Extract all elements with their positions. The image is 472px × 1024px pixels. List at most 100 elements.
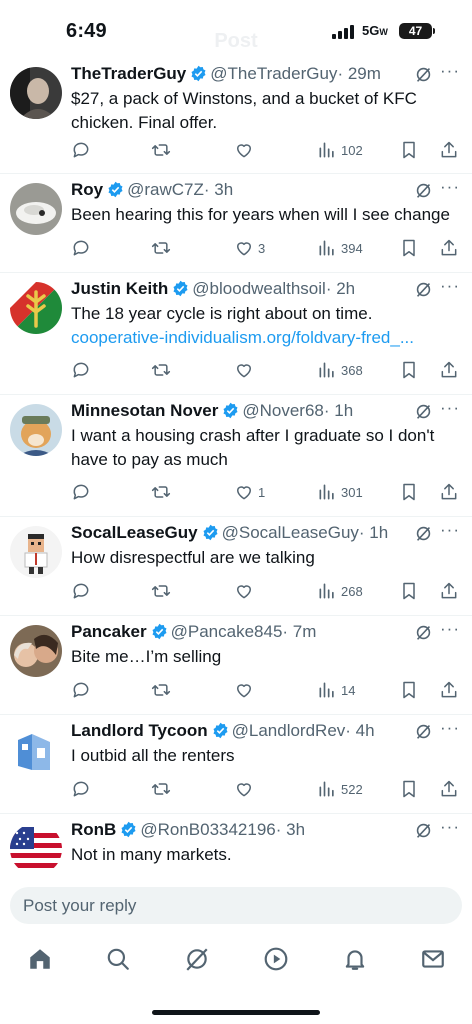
views-button[interactable]: 368 bbox=[317, 360, 363, 380]
author-handle[interactable]: @Nover68 bbox=[242, 401, 324, 420]
author-name[interactable]: Minnesotan Nover bbox=[71, 401, 218, 420]
reply-post[interactable]: Minnesotan Nover @Nover68· 1h ··· I want … bbox=[0, 395, 472, 517]
bookmark-button[interactable] bbox=[399, 238, 419, 258]
bookmark-button[interactable] bbox=[399, 482, 419, 502]
views-button[interactable]: 301 bbox=[317, 482, 363, 502]
reply-input[interactable]: Post your reply bbox=[10, 887, 462, 924]
author-handle[interactable]: @Pancake845 bbox=[171, 622, 283, 641]
share-button[interactable] bbox=[439, 482, 459, 502]
grok-icon[interactable] bbox=[415, 723, 432, 740]
tab-video[interactable] bbox=[263, 946, 289, 972]
bookmark-button[interactable] bbox=[399, 680, 419, 700]
author-name[interactable]: Pancaker bbox=[71, 622, 147, 641]
grok-icon[interactable] bbox=[415, 525, 432, 542]
bookmark-button[interactable] bbox=[399, 140, 419, 160]
more-options-icon[interactable]: ··· bbox=[440, 520, 460, 540]
repost-button[interactable] bbox=[151, 238, 175, 258]
author-name[interactable]: Roy bbox=[71, 180, 103, 199]
avatar[interactable] bbox=[10, 183, 62, 235]
reply-button[interactable] bbox=[71, 238, 95, 258]
author-handle[interactable]: @TheTraderGuy bbox=[210, 64, 337, 83]
bookmark-button[interactable] bbox=[399, 581, 419, 601]
author-name[interactable]: RonB bbox=[71, 820, 116, 839]
tab-grok[interactable] bbox=[184, 946, 210, 972]
author-handle[interactable]: @LandlordRev bbox=[232, 721, 346, 740]
views-button[interactable]: 102 bbox=[317, 140, 363, 160]
author-name[interactable]: TheTraderGuy bbox=[71, 64, 186, 83]
repost-button[interactable] bbox=[151, 680, 175, 700]
grok-icon[interactable] bbox=[415, 403, 432, 420]
reply-button[interactable] bbox=[71, 482, 95, 502]
tab-home[interactable] bbox=[27, 946, 53, 972]
views-button[interactable]: 394 bbox=[317, 238, 363, 258]
more-options-icon[interactable]: ··· bbox=[440, 619, 460, 639]
repost-button[interactable] bbox=[151, 360, 175, 380]
reply-button[interactable] bbox=[71, 581, 95, 601]
author-handle[interactable]: @rawC7Z bbox=[127, 180, 204, 199]
reply-post[interactable]: TheTraderGuy @TheTraderGuy· 29m ··· $27, … bbox=[0, 58, 472, 174]
like-button[interactable]: 1 bbox=[234, 482, 265, 502]
bookmark-button[interactable] bbox=[399, 779, 419, 799]
share-button[interactable] bbox=[439, 581, 459, 601]
repost-button[interactable] bbox=[151, 581, 175, 601]
share-button[interactable] bbox=[439, 360, 459, 380]
more-options-icon[interactable]: ··· bbox=[440, 817, 460, 837]
reply-button[interactable] bbox=[71, 779, 95, 799]
avatar[interactable] bbox=[10, 67, 62, 119]
like-button[interactable] bbox=[234, 680, 258, 700]
repost-button[interactable] bbox=[151, 140, 175, 160]
reply-post[interactable]: SocalLeaseGuy @SocalLeaseGuy· 1h ··· How … bbox=[0, 517, 472, 616]
more-options-icon[interactable]: ··· bbox=[440, 718, 460, 738]
reply-button[interactable] bbox=[71, 680, 95, 700]
repost-button[interactable] bbox=[151, 482, 175, 502]
avatar[interactable] bbox=[10, 823, 62, 875]
reply-button[interactable] bbox=[71, 140, 95, 160]
avatar[interactable] bbox=[10, 404, 62, 456]
avatar[interactable] bbox=[10, 625, 62, 677]
author-handle[interactable]: @SocalLeaseGuy bbox=[222, 523, 359, 542]
reply-button[interactable] bbox=[71, 360, 95, 380]
tab-search[interactable] bbox=[105, 946, 131, 972]
grok-icon[interactable] bbox=[415, 624, 432, 641]
views-button[interactable]: 14 bbox=[317, 680, 355, 700]
post-link[interactable]: cooperative-individualism.org/foldvary-f… bbox=[71, 326, 461, 350]
share-button[interactable] bbox=[439, 140, 459, 160]
share-button[interactable] bbox=[439, 238, 459, 258]
reply-feed[interactable]: TheTraderGuy @TheTraderGuy· 29m ··· $27, … bbox=[0, 58, 472, 884]
grok-icon[interactable] bbox=[415, 822, 432, 839]
tab-messages[interactable] bbox=[420, 946, 446, 972]
reply-post[interactable]: Justin Keith @bloodwealthsoil· 2h ··· The… bbox=[0, 273, 472, 395]
author-handle[interactable]: @bloodwealthsoil bbox=[192, 279, 326, 298]
like-button[interactable] bbox=[234, 581, 258, 601]
like-button[interactable]: 3 bbox=[234, 238, 265, 258]
bookmark-button[interactable] bbox=[399, 360, 419, 380]
repost-button[interactable] bbox=[151, 779, 175, 799]
reply-post[interactable]: RonB @RonB03342196· 3h ··· Not in many ma… bbox=[0, 814, 472, 884]
avatar[interactable] bbox=[10, 282, 62, 334]
views-button[interactable]: 522 bbox=[317, 779, 363, 799]
reply-post[interactable]: Pancaker @Pancake845· 7m ··· Bite me…I’m … bbox=[0, 616, 472, 715]
reply-post[interactable]: Landlord Tycoon @LandlordRev· 4h ··· I ou… bbox=[0, 715, 472, 814]
tab-notifications[interactable] bbox=[342, 946, 368, 972]
more-options-icon[interactable]: ··· bbox=[440, 177, 460, 197]
more-options-icon[interactable]: ··· bbox=[440, 61, 460, 81]
author-name[interactable]: SocalLeaseGuy bbox=[71, 523, 198, 542]
grok-icon[interactable] bbox=[415, 182, 432, 199]
like-button[interactable] bbox=[234, 779, 258, 799]
views-button[interactable]: 268 bbox=[317, 581, 363, 601]
grok-icon[interactable] bbox=[415, 66, 432, 83]
author-name[interactable]: Landlord Tycoon bbox=[71, 721, 208, 740]
avatar[interactable] bbox=[10, 526, 62, 578]
more-options-icon[interactable]: ··· bbox=[440, 398, 460, 418]
author-name[interactable]: Justin Keith bbox=[71, 279, 168, 298]
avatar[interactable] bbox=[10, 724, 62, 776]
share-icon bbox=[441, 239, 457, 256]
more-options-icon[interactable]: ··· bbox=[440, 276, 460, 296]
share-button[interactable] bbox=[439, 779, 459, 799]
like-button[interactable] bbox=[234, 140, 258, 160]
share-button[interactable] bbox=[439, 680, 459, 700]
reply-post[interactable]: Roy @rawC7Z· 3h ··· Been hearing this for… bbox=[0, 174, 472, 273]
like-button[interactable] bbox=[234, 360, 258, 380]
grok-icon[interactable] bbox=[415, 281, 432, 298]
author-handle[interactable]: @RonB03342196 bbox=[140, 820, 275, 839]
